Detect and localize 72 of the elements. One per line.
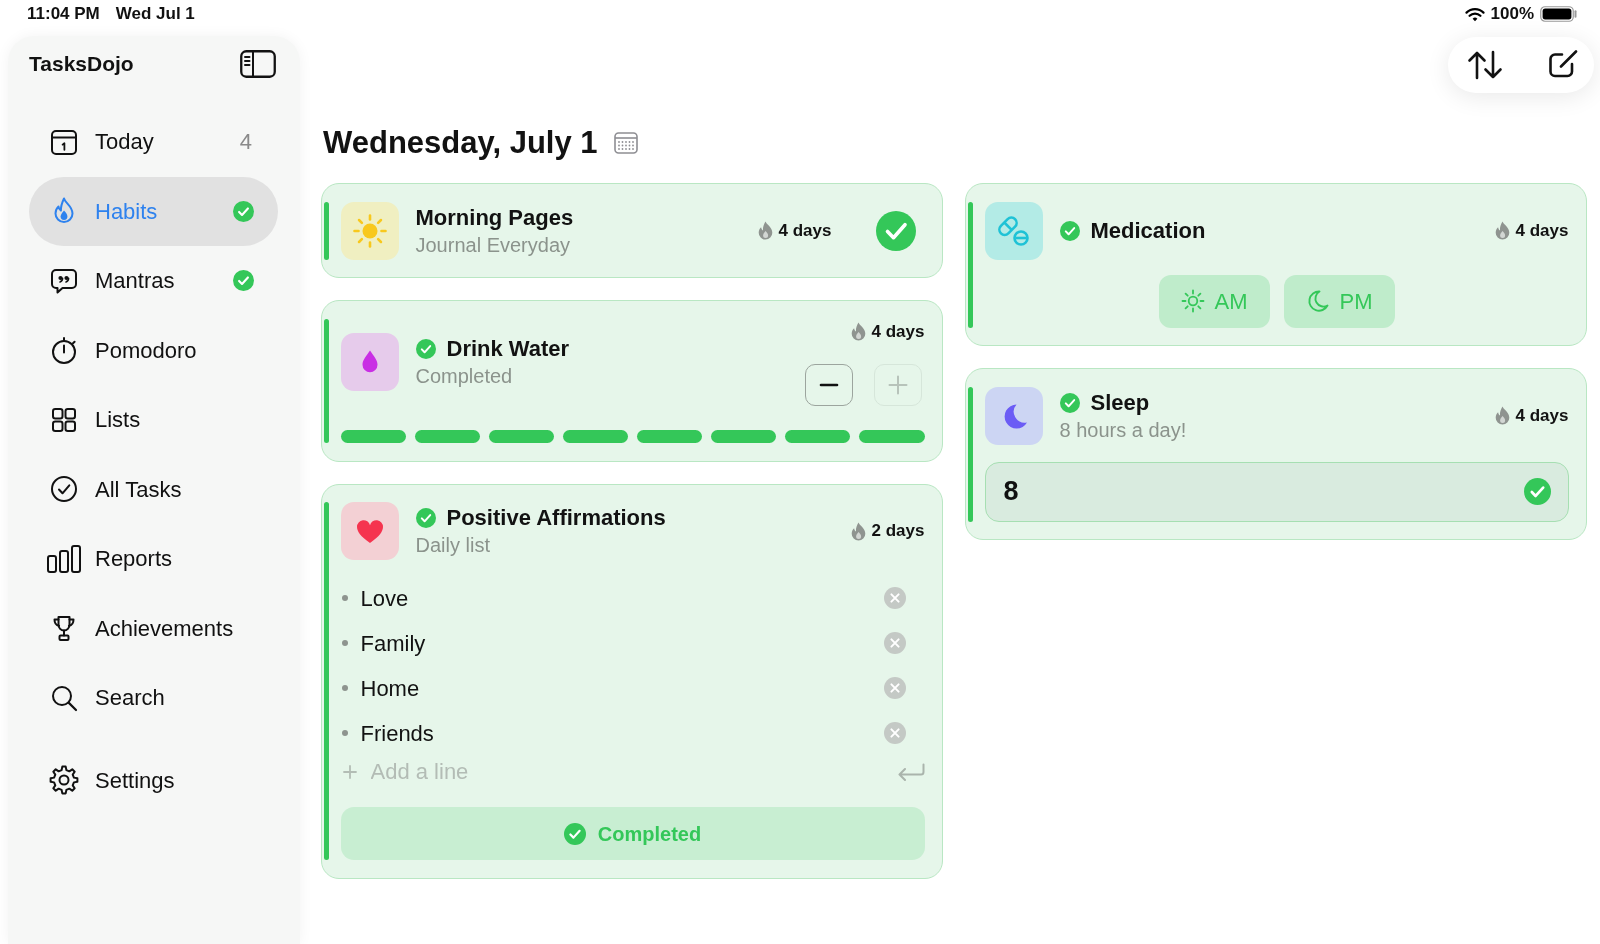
minus-icon bbox=[818, 383, 839, 387]
compose-icon[interactable] bbox=[1547, 50, 1579, 80]
app-title: TasksDojo bbox=[29, 51, 134, 78]
streak-label: 4 days bbox=[1515, 219, 1569, 242]
streak-label: 4 days bbox=[1515, 404, 1569, 427]
list-line: Friends bbox=[360, 719, 435, 748]
close-icon[interactable] bbox=[883, 722, 906, 744]
sidebar-item[interactable]: Today 4 bbox=[29, 107, 278, 177]
bullet-icon bbox=[341, 685, 348, 691]
sort-icon[interactable] bbox=[1467, 50, 1503, 80]
add-line-field[interactable]: Add a line bbox=[370, 755, 883, 788]
stopwatch-icon bbox=[49, 335, 79, 366]
habit-subtitle: 8 hours a day! bbox=[1059, 417, 1188, 443]
calendar-icon[interactable] bbox=[613, 132, 638, 154]
drop-icon bbox=[340, 333, 399, 392]
close-icon[interactable] bbox=[883, 587, 906, 609]
return-icon[interactable] bbox=[896, 762, 925, 781]
streak-label: 4 days bbox=[778, 219, 832, 242]
sun-icon bbox=[1180, 289, 1205, 313]
habit-title: Drink Water bbox=[446, 335, 570, 364]
sidebar-toggle-icon[interactable] bbox=[240, 50, 276, 78]
flame-icon bbox=[757, 221, 773, 240]
habit-title: Medication bbox=[1090, 216, 1206, 245]
page-title: Wednesday, July 1 bbox=[323, 124, 598, 162]
sidebar-item[interactable]: Mantras bbox=[29, 246, 278, 316]
check-circle-icon bbox=[49, 474, 79, 505]
habit-title: Positive Affirmations bbox=[446, 504, 666, 532]
battery-icon bbox=[1540, 6, 1577, 22]
pills-icon bbox=[984, 201, 1043, 260]
list-line: Love bbox=[360, 584, 410, 613]
sidebar-item[interactable]: Pomodoro bbox=[29, 315, 278, 385]
check-circle-icon[interactable] bbox=[875, 210, 916, 251]
flame-icon bbox=[1494, 406, 1510, 425]
habit-subtitle: Completed bbox=[415, 364, 514, 390]
item-count: 4 bbox=[239, 128, 252, 157]
decrement-button[interactable] bbox=[804, 364, 853, 406]
streak-label: 2 days bbox=[871, 520, 925, 543]
sidebar-item[interactable]: All Tasks bbox=[29, 454, 278, 524]
accent-stripe bbox=[323, 201, 329, 260]
list-line: Home bbox=[360, 674, 421, 703]
close-icon[interactable] bbox=[883, 632, 906, 654]
habit-title: Sleep bbox=[1090, 388, 1150, 417]
flame-icon bbox=[850, 521, 866, 541]
wifi-icon bbox=[1464, 6, 1485, 22]
sidebar-item[interactable]: Lists bbox=[29, 385, 278, 455]
moon-icon bbox=[984, 386, 1043, 445]
close-icon[interactable] bbox=[883, 677, 906, 699]
habit-title: Morning Pages bbox=[415, 203, 574, 232]
plus-icon bbox=[342, 764, 357, 779]
check-circle-icon bbox=[563, 822, 586, 845]
battery-percent: 100% bbox=[1490, 3, 1534, 26]
plus-icon bbox=[887, 375, 908, 395]
check-circle-icon bbox=[1523, 478, 1551, 505]
settings-icon bbox=[49, 765, 79, 796]
habit-subtitle: Journal Everyday bbox=[415, 232, 572, 258]
list-line: Family bbox=[360, 629, 427, 658]
number-field[interactable]: 8 bbox=[984, 461, 1569, 522]
habit-subtitle: Daily list bbox=[415, 533, 491, 558]
status-date: Wed Jul 1 bbox=[115, 3, 195, 26]
sun-icon bbox=[340, 201, 399, 260]
bullet-icon bbox=[341, 595, 348, 601]
streak-label: 4 days bbox=[871, 320, 925, 343]
sidebar-item[interactable]: Settings bbox=[29, 745, 278, 815]
bullet-icon bbox=[341, 730, 348, 736]
sidebar-item[interactable]: Achievements bbox=[29, 593, 278, 663]
status-time: 11:04 PM bbox=[27, 3, 100, 26]
flame-icon bbox=[850, 321, 866, 341]
bullet-icon bbox=[341, 640, 348, 646]
sidebar-item[interactable]: Reports bbox=[29, 524, 278, 594]
sidebar-item[interactable]: Search bbox=[29, 663, 278, 733]
flame-icon bbox=[1494, 221, 1510, 240]
bar-chart-icon bbox=[46, 543, 82, 574]
